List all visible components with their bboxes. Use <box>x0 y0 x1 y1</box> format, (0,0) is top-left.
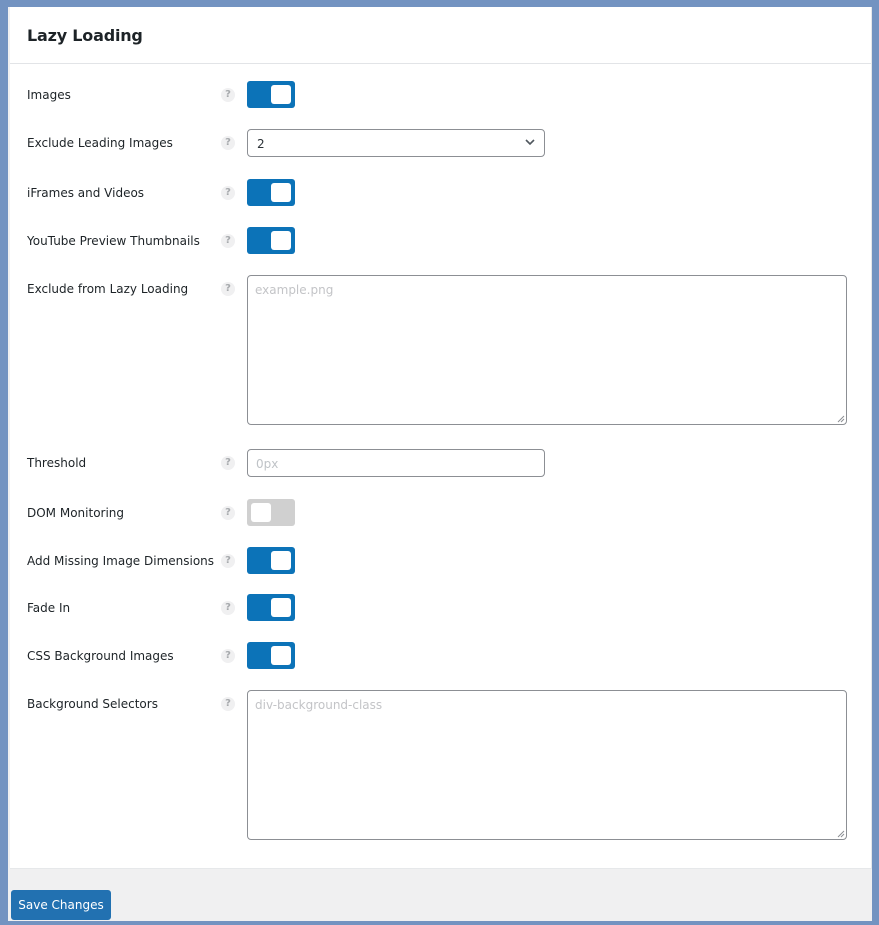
toggle-knob <box>271 85 291 104</box>
youtube-thumbnails-toggle[interactable] <box>247 227 295 254</box>
help-icon[interactable]: ? <box>221 186 235 200</box>
toggle-knob <box>271 646 291 665</box>
iframes-videos-label: iFrames and Videos <box>27 186 145 200</box>
exclude-leading-images-select[interactable]: 2 <box>247 129 545 157</box>
youtube-thumbnails-label: YouTube Preview Thumbnails <box>27 234 200 248</box>
resize-handle-icon[interactable] <box>836 414 845 423</box>
help-icon[interactable]: ? <box>221 601 235 615</box>
background-selectors-textarea[interactable]: div-background-class <box>247 690 847 840</box>
css-background-images-toggle[interactable] <box>247 642 295 669</box>
background-selectors-label: Background Selectors <box>27 697 158 711</box>
fade-in-label: Fade In <box>27 601 71 615</box>
help-icon[interactable]: ? <box>221 88 235 102</box>
chevron-down-icon <box>525 139 535 146</box>
css-background-images-label: CSS Background Images <box>27 649 174 663</box>
missing-dimensions-toggle[interactable] <box>247 547 295 574</box>
images-label: Images <box>27 88 71 102</box>
dom-monitoring-toggle[interactable] <box>247 499 295 526</box>
help-icon[interactable]: ? <box>221 506 235 520</box>
help-icon[interactable]: ? <box>221 649 235 663</box>
help-icon[interactable]: ? <box>221 282 235 296</box>
toggle-knob <box>251 503 271 522</box>
placeholder: 0px <box>256 457 279 471</box>
help-icon[interactable]: ? <box>221 234 235 248</box>
toggle-knob <box>271 183 291 202</box>
toggle-knob <box>271 598 291 617</box>
exclude-leading-images-label: Exclude Leading Images <box>27 136 173 150</box>
help-icon[interactable]: ? <box>221 554 235 568</box>
select-value: 2 <box>257 137 265 151</box>
section-title: Lazy Loading <box>27 26 143 45</box>
resize-handle-icon[interactable] <box>836 829 845 838</box>
placeholder: div-background-class <box>255 698 383 712</box>
threshold-input[interactable]: 0px <box>247 449 545 477</box>
lazy-loading-card: Lazy Loading Images ? Exclude Leading Im… <box>10 7 872 869</box>
toggle-knob <box>271 231 291 250</box>
placeholder: example.png <box>255 283 334 297</box>
help-icon[interactable]: ? <box>221 136 235 150</box>
dom-monitoring-label: DOM Monitoring <box>27 506 125 520</box>
iframes-videos-toggle[interactable] <box>247 179 295 206</box>
threshold-label: Threshold <box>27 456 87 470</box>
images-toggle[interactable] <box>247 81 295 108</box>
help-icon[interactable]: ? <box>221 697 235 711</box>
fade-in-toggle[interactable] <box>247 594 295 621</box>
card-header: Lazy Loading <box>10 7 871 64</box>
exclude-from-lazy-label: Exclude from Lazy Loading <box>27 282 189 296</box>
missing-dimensions-label: Add Missing Image Dimensions <box>27 554 215 568</box>
exclude-from-lazy-textarea[interactable]: example.png <box>247 275 847 425</box>
settings-frame: Lazy Loading Images ? Exclude Leading Im… <box>8 7 872 921</box>
help-icon[interactable]: ? <box>221 456 235 470</box>
save-changes-button[interactable]: Save Changes <box>11 890 111 920</box>
toggle-knob <box>271 551 291 570</box>
